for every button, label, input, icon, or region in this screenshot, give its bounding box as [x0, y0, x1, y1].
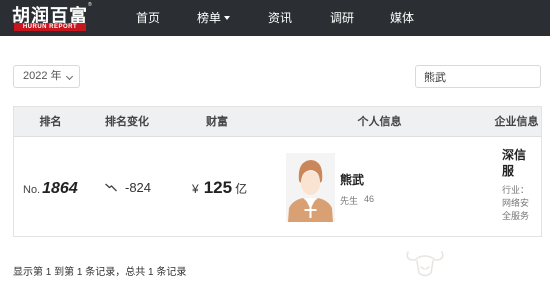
- top-nav-bar: 胡润百富 ® HURUN REPORT 首页 榜单 资讯 调研 媒体: [0, 0, 550, 36]
- company-industry: 行业：网络安全服务: [502, 185, 530, 221]
- person-gender: 先生: [340, 196, 359, 206]
- column-header-personal-info[interactable]: 个人信息: [267, 107, 492, 137]
- logo-text-en: HURUN REPORT: [14, 23, 86, 31]
- wealth-unit: 亿: [235, 182, 248, 196]
- rank-number: 1864: [42, 180, 78, 197]
- wealth-cell: ¥125 亿: [192, 178, 247, 198]
- year-select[interactable]: 2022 年: [13, 65, 80, 88]
- nav-item-rankings-label: 榜单: [197, 11, 222, 25]
- nav-item-home[interactable]: 首页: [136, 10, 160, 26]
- nav-item-research[interactable]: 调研: [330, 10, 354, 26]
- table-header: 排名 排名变化 财富 个人信息 企业信息: [14, 107, 541, 137]
- hurun-logo[interactable]: 胡润百富 ® HURUN REPORT: [12, 2, 92, 32]
- column-header-rank-change[interactable]: 排名变化: [87, 107, 167, 137]
- person-avatar-icon[interactable]: [286, 153, 335, 222]
- person-age: 46: [364, 194, 375, 204]
- nav-item-media[interactable]: 媒体: [390, 10, 414, 26]
- rank-prefix: No.: [23, 184, 41, 196]
- caret-down-icon: [224, 16, 231, 20]
- column-header-wealth[interactable]: 财富: [167, 107, 267, 137]
- logo-registered-mark: ®: [88, 2, 92, 8]
- currency-symbol: ¥: [192, 182, 199, 196]
- wealth-amount: 125: [203, 178, 233, 197]
- company-name[interactable]: 深信服: [502, 147, 536, 179]
- rank-change-value: -824: [125, 180, 152, 195]
- nav-item-news[interactable]: 资讯: [268, 10, 292, 26]
- column-header-company-info[interactable]: 企业信息: [492, 107, 541, 137]
- nav-item-rankings[interactable]: 榜单: [197, 10, 231, 26]
- year-select-value: 2022 年: [23, 70, 62, 82]
- ranking-table: 排名 排名变化 财富 个人信息 企业信息 No. 1864 -824 ¥125 亿: [13, 106, 542, 237]
- pagination-summary: 显示第 1 到第 1 条记录，总共 1 条记录: [13, 267, 187, 278]
- trend-down-icon: [105, 183, 117, 192]
- person-name[interactable]: 熊武: [340, 171, 364, 188]
- column-header-rank[interactable]: 排名: [14, 107, 87, 137]
- chevron-down-icon: [65, 72, 74, 81]
- rank-cell: No. 1864: [23, 180, 78, 198]
- search-input[interactable]: [415, 65, 541, 88]
- ox-logo-icon: [406, 251, 444, 277]
- table-row[interactable]: No. 1864 -824 ¥125 亿 熊武 先生 46 深信服 行业：网络安全服…: [14, 137, 541, 236]
